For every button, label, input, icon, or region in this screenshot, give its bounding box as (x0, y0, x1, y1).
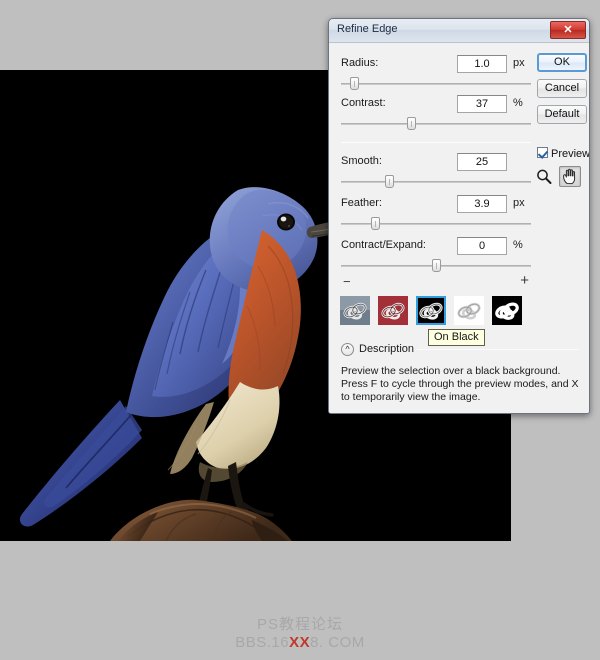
contract-expand-label: Contract/Expand: (341, 239, 426, 251)
contrast-input[interactable] (457, 95, 507, 113)
contract-expand-row: Contract/Expand: % (341, 237, 531, 256)
feather-label: Feather: (341, 197, 382, 209)
watermark-url-prefix: BBS.16 (235, 634, 289, 651)
refine-edge-dialog: Refine Edge ✕ Radius: px Contrast: % (328, 18, 590, 414)
smooth-label: Smooth: (341, 155, 382, 167)
preview-mode-on-red[interactable] (378, 296, 408, 325)
preview-mode-on-black[interactable] (416, 296, 446, 325)
app-screen: PS教程论坛 BBS.16XX8. COM Refine Edge ✕ Radi… (0, 0, 600, 660)
chevron-up-icon[interactable]: ^ (341, 343, 354, 356)
on-black-thumb-icon (416, 296, 446, 325)
radius-slider-track (341, 83, 531, 85)
watermark-line-1: PS教程论坛 (0, 616, 600, 634)
preview-mode-mask[interactable] (492, 296, 522, 325)
preview-mode-group (340, 296, 522, 325)
close-icon[interactable]: ✕ (550, 21, 586, 39)
feather-row: Feather: px (341, 195, 531, 214)
watermark-url-highlight: XX (289, 634, 310, 651)
contrast-unit: % (513, 97, 523, 109)
tool-group (535, 166, 585, 188)
contract-expand-slider[interactable] (341, 259, 531, 273)
smooth-slider[interactable] (341, 175, 531, 189)
magnifier-icon[interactable] (535, 168, 553, 186)
plus-label: + (520, 272, 529, 289)
contract-expand-slider-thumb[interactable] (432, 259, 441, 272)
radius-input[interactable] (457, 55, 507, 73)
standard-thumb-icon (340, 296, 370, 325)
dialog-body: Radius: px Contrast: % Smooth: (329, 43, 589, 414)
contrast-row: Contrast: % (341, 95, 531, 114)
description-title: Description (359, 343, 414, 355)
preview-label: Preview (551, 148, 590, 160)
watermark-url-suffix: 8. COM (310, 634, 365, 651)
preview-checkbox[interactable]: Preview (537, 147, 590, 160)
feather-slider-thumb[interactable] (371, 217, 380, 230)
contrast-label: Contrast: (341, 97, 386, 109)
on-red-thumb-icon (378, 296, 408, 325)
section-divider (341, 142, 531, 143)
radius-label: Radius: (341, 57, 378, 69)
watermark: PS教程论坛 BBS.16XX8. COM (0, 616, 600, 652)
description-header[interactable]: ^ Description (341, 342, 579, 358)
preview-mode-standard[interactable] (340, 296, 370, 325)
feather-input[interactable] (457, 195, 507, 213)
ok-button[interactable]: OK (537, 53, 587, 72)
feather-slider-track (341, 223, 531, 225)
smooth-slider-track (341, 181, 531, 183)
minus-label: − (343, 274, 351, 289)
description-rule (417, 349, 579, 350)
radius-unit: px (513, 57, 525, 69)
radius-row: Radius: px (341, 55, 531, 74)
feather-unit: px (513, 197, 525, 209)
watermark-line-2: BBS.16XX8. COM (0, 634, 600, 652)
contract-expand-unit: % (513, 239, 523, 251)
contract-expand-input[interactable] (457, 237, 507, 255)
preview-mode-on-white[interactable] (454, 296, 484, 325)
smooth-input[interactable] (457, 153, 507, 171)
smooth-row: Smooth: (341, 153, 531, 172)
cancel-button[interactable]: Cancel (537, 79, 587, 98)
contrast-slider-thumb[interactable] (407, 117, 416, 130)
checkbox-icon (537, 147, 548, 158)
contrast-slider-track (341, 123, 531, 125)
description-text: Preview the selection over a black backg… (341, 365, 579, 404)
on-white-thumb-icon (454, 296, 484, 325)
default-button[interactable]: Default (537, 105, 587, 124)
mask-thumb-icon (492, 296, 522, 325)
magnifier-glyph (535, 168, 553, 186)
feather-slider[interactable] (341, 217, 531, 231)
hand-icon[interactable] (559, 166, 581, 187)
dialog-titlebar[interactable]: Refine Edge ✕ (329, 19, 589, 43)
hand-glyph (560, 167, 580, 186)
contrast-slider[interactable] (341, 117, 531, 131)
radius-slider[interactable] (341, 77, 531, 91)
dialog-title: Refine Edge (337, 23, 398, 35)
radius-slider-thumb[interactable] (350, 77, 359, 90)
smooth-slider-thumb[interactable] (385, 175, 394, 188)
